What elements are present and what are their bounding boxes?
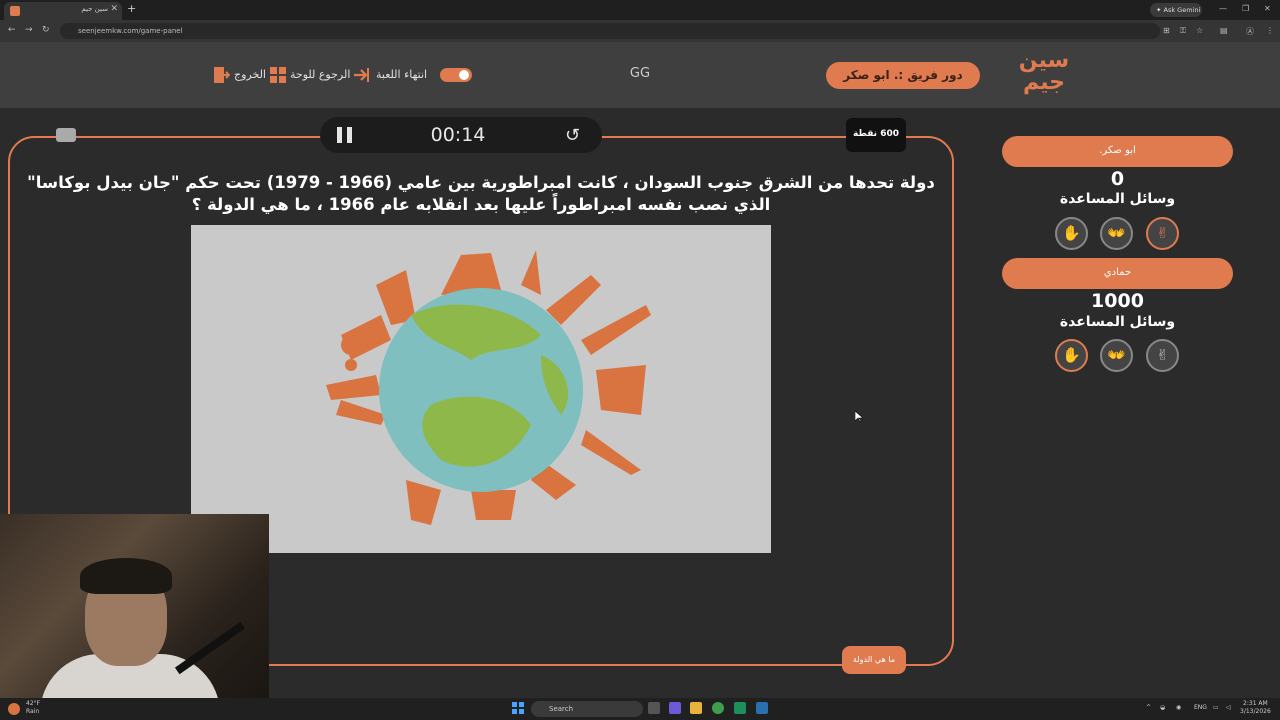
team2-name-bar: حمادي (1002, 258, 1233, 289)
tray-chevron-icon[interactable]: ^ (1146, 704, 1151, 711)
browser-tabbar: سين جيم ✕ + ✦ Ask Gemini — ❐ ✕ (0, 0, 1280, 20)
clock-time: 2:31 AM (1243, 700, 1268, 707)
xbox-icon[interactable] (734, 702, 746, 714)
start-windows-icon[interactable] (512, 702, 524, 714)
tray-network-icon[interactable]: ◒ (1160, 704, 1165, 711)
turn-indicator: دور فريق :. ابو صكر (826, 62, 980, 89)
address-bar[interactable]: seenjeemkw.com/game-panel (60, 23, 1160, 39)
team1-aids-label: وسائل المساعدة (1059, 191, 1176, 207)
tray-mic-icon[interactable]: ◉ (1176, 704, 1181, 711)
back-arrow-icon[interactable] (352, 66, 370, 84)
question-text: دولة تحدها من الشرق جنوب السودان ، كانت … (27, 173, 935, 214)
windows-taskbar: 42°F Rain Search ^ ◒ ◉ ENG ▭ ◁ 2:31 AM 3… (0, 698, 1280, 720)
forward-icon[interactable]: → (25, 25, 33, 35)
end-game-toggle[interactable] (440, 68, 472, 82)
center-text: GG (629, 66, 651, 81)
team1-hand-stop-icon[interactable]: ✋ (1055, 217, 1088, 250)
exit-label[interactable]: الخروج (234, 68, 266, 81)
chat-app-icon[interactable] (669, 702, 681, 714)
back-to-board-label[interactable]: الرجوع للوحة (290, 68, 350, 81)
question-image (191, 225, 771, 553)
task-view-icon[interactable] (648, 702, 660, 714)
close-tab-icon[interactable]: ✕ (110, 4, 118, 14)
tray-volume-icon[interactable]: ◁ (1226, 704, 1231, 711)
team1-score: 0 (1110, 168, 1125, 190)
team1-name-bar: ابو صكر. (1002, 136, 1233, 167)
back-icon[interactable]: ← (8, 25, 16, 35)
weather-text: Rain (26, 708, 40, 715)
minimize-icon[interactable]: — (1219, 4, 1227, 13)
weather-icon (8, 703, 20, 715)
ask-gemini-button[interactable]: ✦ Ask Gemini (1150, 3, 1202, 17)
tray-monitor-icon[interactable]: ▭ (1213, 704, 1219, 711)
team2-hand-stop-icon[interactable]: ✋ (1055, 339, 1088, 372)
weather-widget[interactable]: 42°F Rain (26, 700, 40, 716)
logo-line2: جيم (1022, 70, 1066, 95)
maximize-icon[interactable]: ❐ (1242, 4, 1249, 13)
logo-line1: سين (1018, 48, 1070, 73)
language-indicator[interactable]: ENG (1194, 704, 1207, 711)
new-tab-icon[interactable]: + (127, 2, 136, 15)
mouse-cursor-icon (855, 411, 863, 423)
tab-title: سين جيم (81, 5, 108, 13)
reload-icon[interactable]: ↻ (42, 25, 50, 35)
microphone-arm (174, 621, 246, 675)
password-key-icon[interactable]: ⚿ (1180, 26, 1186, 36)
site-favicon-icon (10, 6, 20, 16)
weather-temp: 42°F (26, 700, 41, 707)
menu-dots-icon[interactable]: ⋮ (1266, 26, 1274, 35)
reset-timer-icon[interactable]: ↺ (565, 125, 580, 146)
team1-two-hands-icon[interactable]: 👐 (1100, 217, 1133, 250)
game-logo: سين جيم (1016, 50, 1072, 102)
team2-aids-label: وسائل المساعدة (1059, 314, 1176, 330)
browser-toolbar: ← → ↻ seenjeemkw.com/game-panel ⊞ ⚿ ☆ ▤ … (0, 20, 1280, 42)
translate-icon[interactable]: ⊞ (1163, 26, 1170, 35)
keyboard-icon[interactable] (56, 128, 76, 142)
end-game-label[interactable]: انتهاء اللعبة (376, 68, 427, 81)
pause-icon[interactable] (337, 127, 353, 143)
taskbar-search-label: Search (549, 705, 574, 713)
close-window-icon[interactable]: ✕ (1264, 4, 1271, 13)
bookmark-star-icon[interactable]: ☆ (1196, 26, 1203, 35)
file-explorer-icon[interactable] (690, 702, 702, 714)
url-text: seenjeemkw.com/game-panel (78, 27, 183, 35)
team2-two-hands-icon[interactable]: 👐 (1100, 339, 1133, 372)
clock-date: 3/13/2026 (1240, 708, 1271, 715)
team2-peace-hand-icon[interactable]: ✌ (1146, 339, 1179, 372)
taskbar-search[interactable]: Search (531, 701, 643, 717)
team2-score: 1000 (1091, 290, 1144, 312)
steam-icon[interactable] (756, 702, 768, 714)
reveal-answer-button[interactable]: ما هي الدولة (842, 646, 906, 674)
grid-board-icon[interactable] (269, 66, 287, 84)
points-badge: 600 نقطة (846, 118, 906, 152)
team1-peace-hand-icon[interactable]: ✌ (1146, 217, 1179, 250)
timer-display: 00:14 (430, 124, 486, 146)
browser-tab[interactable]: سين جيم ✕ (4, 2, 122, 20)
ask-gemini-label: Ask Gemini (1163, 6, 1201, 14)
system-clock[interactable]: 2:31 AM 3/13/2026 (1240, 700, 1271, 716)
streamer-hair (80, 558, 172, 594)
chrome-icon[interactable] (712, 702, 724, 714)
profile-avatar-icon[interactable]: Ⓐ (1246, 26, 1254, 37)
sidebar-icon[interactable]: ▤ (1220, 26, 1228, 35)
exit-door-icon[interactable] (212, 66, 230, 84)
webcam-overlay (0, 514, 269, 698)
